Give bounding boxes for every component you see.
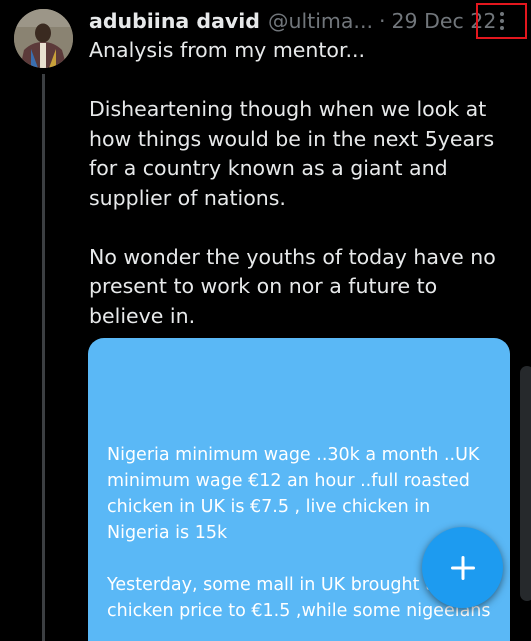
post-paragraph: No wonder the youths of today have no pr… [89, 244, 496, 328]
post-header: adubiina david @ultima... · 29 Dec 22 [89, 7, 496, 35]
avatar[interactable] [14, 9, 73, 68]
compose-button[interactable] [422, 527, 503, 608]
post-paragraph: Disheartening though when we look at how… [89, 97, 495, 210]
avatar-image [14, 9, 73, 68]
plus-icon [450, 555, 475, 580]
post-paragraph: Analysis from my mentor... [89, 38, 366, 62]
more-options-button[interactable] [476, 3, 527, 39]
media-paragraph: Nigeria minimum wage ..30k a month ..UK … [107, 445, 480, 543]
separator-dot: · [378, 9, 386, 33]
thread-line [42, 74, 45, 641]
author-name[interactable]: adubiina david [89, 9, 260, 33]
scrollbar-handle[interactable] [520, 366, 531, 601]
author-handle[interactable]: @ultima... [268, 9, 373, 33]
post-text: Analysis from my mentor... Disheartening… [89, 36, 504, 331]
more-vertical-icon [499, 12, 504, 30]
